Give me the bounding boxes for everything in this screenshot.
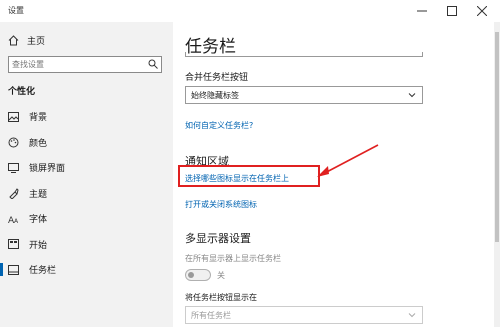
combine-buttons-label: 合并任务栏按钮 [185, 73, 249, 83]
sidebar-item-background[interactable]: 背景 [0, 104, 173, 130]
sidebar-item-label: 背景 [29, 113, 48, 124]
annotation-arrow-icon [317, 144, 379, 177]
sidebar-item-label: 锁屏界面 [29, 164, 66, 175]
title-bar: 设置 [0, 0, 500, 22]
show-buttons-dropdown[interactable]: 所有任务栏 [185, 306, 423, 324]
close-button[interactable] [468, 0, 496, 22]
section-title: 个性化 [8, 87, 36, 97]
scrolled-control-edge [185, 52, 423, 57]
sidebar-item-lock-screen[interactable]: 锁屏界面 [0, 155, 173, 181]
scrollbar-thumb[interactable] [495, 32, 499, 242]
sidebar-item-colors[interactable]: 颜色 [0, 130, 173, 156]
search-box[interactable] [8, 56, 162, 73]
toggle-state-label: 关 [217, 271, 225, 280]
maximize-icon [447, 6, 457, 16]
show-buttons-value: 所有任务栏 [191, 310, 231, 320]
customize-taskbar-link[interactable]: 如何自定义任务栏? [185, 120, 253, 131]
lock-screen-icon [8, 162, 19, 173]
font-icon: A A [8, 216, 19, 224]
svg-text:A: A [14, 218, 19, 224]
scrollbar[interactable] [494, 22, 500, 327]
show-all-displays-label: 在所有显示器上显示任务栏 [185, 254, 281, 263]
chevron-down-icon [408, 313, 416, 318]
show-all-displays-toggle[interactable] [185, 269, 211, 281]
sidebar-item-label: 主题 [29, 189, 48, 200]
search-icon[interactable] [148, 59, 158, 69]
home-link[interactable]: 主页 [8, 34, 45, 47]
combine-buttons-dropdown[interactable]: 始终隐藏标签 [185, 86, 423, 104]
palette-icon [8, 137, 19, 148]
sidebar-nav: 背景 颜色 锁屏界面 主题 A A 字体 开始 任务栏 [0, 104, 173, 283]
start-icon [8, 239, 19, 250]
window-title: 设置 [8, 6, 24, 15]
multiple-displays-heading: 多显示器设置 [185, 232, 251, 245]
minimize-button[interactable] [408, 0, 436, 22]
sidebar-item-taskbar[interactable]: 任务栏 [0, 257, 173, 283]
home-label: 主页 [27, 37, 46, 47]
select-icons-link[interactable]: 选择哪些图标显示在任务栏上 [185, 173, 289, 184]
toggle-knob [188, 272, 194, 278]
maximize-button[interactable] [438, 0, 466, 22]
show-buttons-label: 将任务栏按钮显示在 [185, 293, 257, 302]
search-input[interactable] [9, 57, 139, 72]
combine-buttons-value: 始终隐藏标签 [191, 90, 239, 100]
brush-icon [9, 187, 19, 199]
sidebar-item-label: 任务栏 [29, 266, 57, 277]
sidebar: 主页 个性化 背景 颜色 锁屏 [0, 22, 173, 327]
chevron-down-icon [408, 93, 416, 98]
minimize-icon [417, 10, 427, 12]
picture-icon [8, 111, 19, 122]
sidebar-item-start[interactable]: 开始 [0, 232, 173, 258]
sidebar-item-label: 开始 [29, 240, 48, 251]
close-icon [477, 6, 487, 16]
system-icons-link[interactable]: 打开或关闭系统图标 [185, 199, 257, 210]
home-icon [8, 35, 19, 46]
taskbar-icon [8, 264, 19, 275]
sidebar-item-label: 颜色 [29, 138, 48, 149]
sidebar-item-themes[interactable]: 主题 [0, 181, 173, 207]
main-content: 任务栏 合并任务栏按钮 始终隐藏标签 如何自定义任务栏? 通知区域 选择哪些图标… [173, 22, 500, 327]
sidebar-item-label: 字体 [29, 215, 48, 226]
sidebar-item-fonts[interactable]: A A 字体 [0, 206, 173, 232]
